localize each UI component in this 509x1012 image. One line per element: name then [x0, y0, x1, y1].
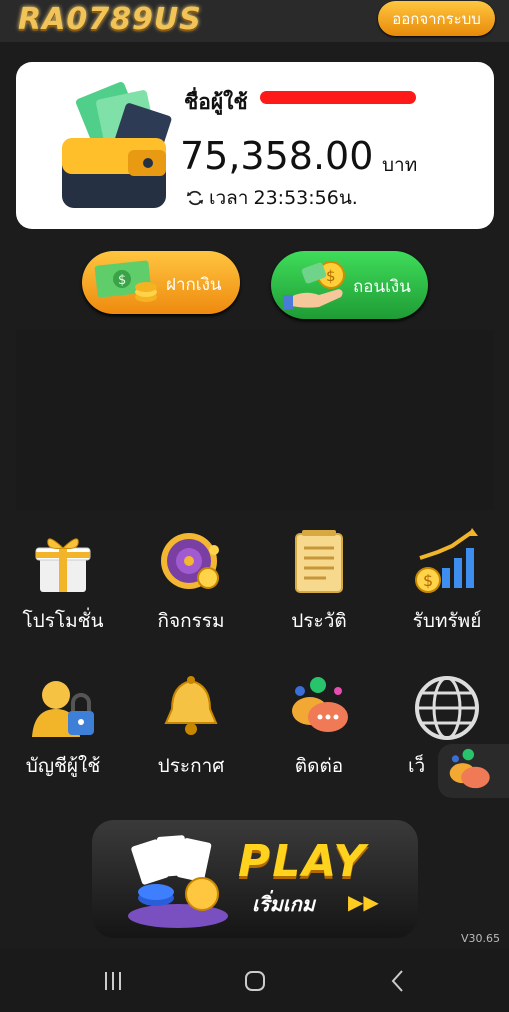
- back-icon[interactable]: [384, 966, 414, 996]
- floating-chat-button[interactable]: [438, 744, 509, 798]
- fast-forward-icon: ▶▶: [348, 890, 379, 914]
- site-logo[interactable]: RA0789US: [18, 2, 202, 37]
- menu-label-announcement: ประกาศ: [157, 755, 225, 777]
- user-lock-icon: [32, 681, 94, 737]
- menu-label-contact: ติดต่อ: [294, 755, 344, 777]
- cards-chips-icon: [128, 835, 228, 928]
- menu-label-earn: รับทรัพย์: [412, 610, 482, 632]
- svg-text:$: $: [326, 267, 336, 285]
- menu-label-promotion: โปรโมชั่น: [22, 610, 104, 632]
- menu-label-history: ประวัติ: [291, 610, 347, 632]
- chat-bubbles-icon: [449, 748, 490, 789]
- system-nav-bar: [0, 948, 509, 1012]
- menu-item-account[interactable]: บัญชีผู้ใช้: [8, 673, 118, 781]
- bell-icon: [164, 676, 218, 735]
- refresh-icon[interactable]: [186, 189, 204, 207]
- redacted-username: [260, 91, 416, 104]
- top-bar: RA0789US ออกจากระบบ: [0, 0, 509, 42]
- svg-text:$: $: [423, 571, 433, 590]
- wheel-icon: [161, 533, 219, 589]
- update-time-row: เวลา 23:53:56น.: [186, 183, 358, 213]
- globe-icon: [415, 676, 479, 740]
- menu-item-promotion[interactable]: โปรโมชั่น: [8, 528, 118, 636]
- home-icon[interactable]: [240, 966, 270, 996]
- cash-coins-icon: $: [94, 260, 157, 302]
- deposit-button[interactable]: $ ฝากเงิน: [82, 251, 240, 314]
- chat-bubbles-icon: [292, 677, 348, 732]
- username-label: ชื่อผู้ใช้: [184, 90, 248, 114]
- time-value: 23:53:56น.: [253, 187, 358, 209]
- balance-amount: 75,358.00: [180, 134, 374, 178]
- notepad-icon: [295, 530, 343, 593]
- play-game-banner[interactable]: PLAY เริ่มเกม ▶▶: [92, 820, 418, 938]
- currency-label: บาท: [382, 154, 418, 176]
- menu-label-activity: กิจกรรม: [157, 610, 225, 632]
- menu-item-announcement[interactable]: ประกาศ: [136, 673, 246, 781]
- withdraw-button[interactable]: $ ถอนเงิน: [271, 251, 428, 319]
- recent-apps-icon[interactable]: [98, 966, 128, 996]
- wallet-icon: [62, 82, 172, 208]
- menu-item-earn[interactable]: $ รับทรัพย์: [392, 528, 502, 636]
- app-version: V30.65: [461, 932, 501, 945]
- logout-button[interactable]: ออกจากระบบ: [378, 1, 495, 36]
- svg-text:$: $: [118, 273, 126, 288]
- time-label: เวลา: [209, 187, 249, 209]
- menu-item-history[interactable]: ประวัติ: [264, 528, 374, 636]
- play-title: PLAY: [238, 836, 368, 887]
- withdraw-label: ถอนเงิน: [353, 277, 411, 297]
- growth-chart-icon: $: [415, 528, 478, 593]
- hand-coin-icon: $: [283, 261, 345, 309]
- menu-label-account: บัญชีผู้ใช้: [25, 755, 101, 777]
- deposit-label: ฝากเงิน: [166, 275, 222, 295]
- gift-icon: [35, 538, 91, 592]
- menu-item-activity[interactable]: กิจกรรม: [136, 528, 246, 636]
- promo-banner-area[interactable]: [16, 330, 494, 510]
- account-card: ชื่อผู้ใช้ 75,358.00 บาท เวลา 23:53:56น.: [16, 62, 494, 229]
- menu-item-contact[interactable]: ติดต่อ: [264, 673, 374, 781]
- play-subtitle: เริ่มเกม: [252, 892, 315, 916]
